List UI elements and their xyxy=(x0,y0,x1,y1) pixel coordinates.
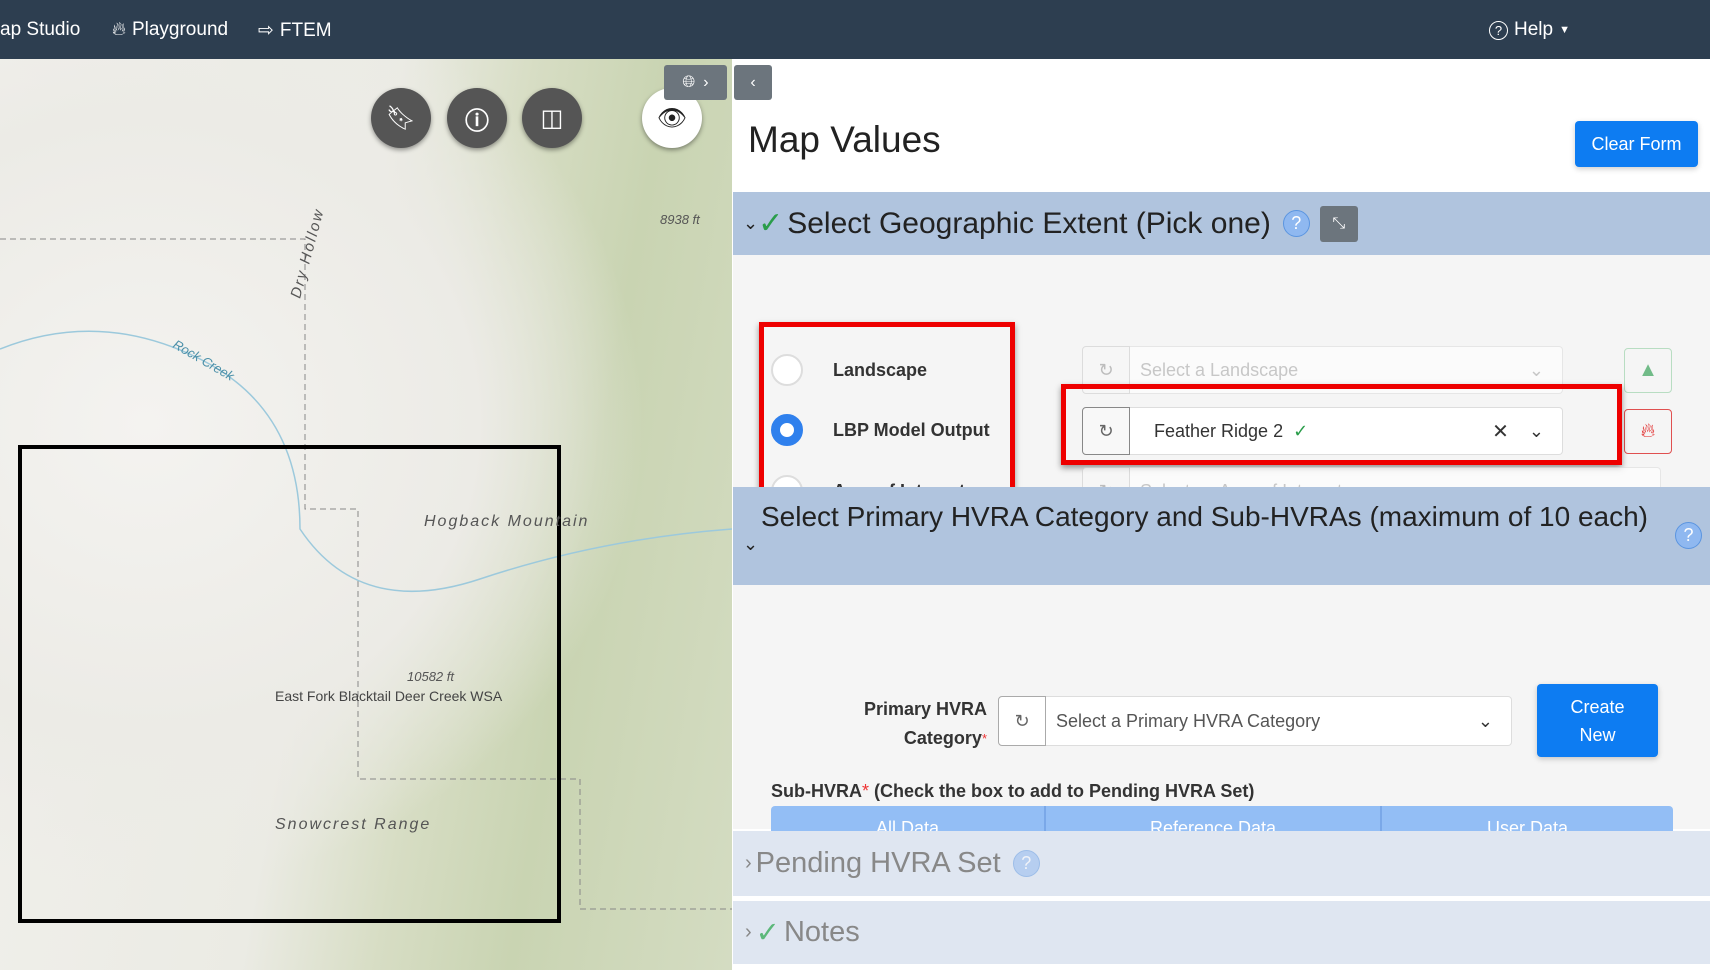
fire-button[interactable]: 🔥︎ xyxy=(1624,409,1672,454)
pending-hvra-header[interactable]: › Pending HVRA Set ? xyxy=(733,831,1710,896)
chevron-right-icon: › xyxy=(745,852,752,874)
section-title: Select Primary HVRA Category and Sub-HVR… xyxy=(761,501,1648,532)
top-navbar: ap Studio 🔥︎ Playground ⇨ FTEM ? Help ▼ xyxy=(0,0,1710,59)
hvra-body: Primary HVRA Category* ↻ Select a Primar… xyxy=(733,585,1710,851)
chevron-down-icon: ⌄ xyxy=(1528,359,1544,380)
basemap-toggle-button[interactable]: 🌐︎ › xyxy=(664,65,727,100)
sign-in-icon: ⇨ xyxy=(258,20,274,41)
label-hogback: Hogback Mountain xyxy=(424,513,589,530)
split-view-icon: ◫ xyxy=(540,104,564,132)
chevron-down-icon: ⌄ xyxy=(743,534,759,554)
help-icon[interactable]: ? xyxy=(1282,210,1310,237)
eye-icon: 👁︎ xyxy=(656,104,688,132)
chevron-left-icon: ‹ xyxy=(750,73,756,91)
globe-icon: 🌐︎ xyxy=(682,73,696,91)
check-icon: ✓ xyxy=(755,917,780,949)
nav-help[interactable]: ? Help ▼ xyxy=(1489,19,1570,41)
select-placeholder: Select a Landscape xyxy=(1140,359,1299,380)
fire-icon: 🔥︎ xyxy=(112,19,126,40)
clear-form-button[interactable]: Clear Form xyxy=(1575,121,1698,167)
refresh-icon[interactable]: ↻ xyxy=(998,696,1046,746)
label-peak-8938: 8938 ft xyxy=(660,212,701,227)
notes-header[interactable]: › ✓ Notes xyxy=(733,901,1710,964)
map-features: Dry Hollow Rock Creek 8938 ft Hogback Mo… xyxy=(0,206,732,923)
nav-label: FTEM xyxy=(279,19,332,41)
sub-hvra-label: Sub-HVRA* (Check the box to add to Pendi… xyxy=(771,781,1254,802)
nav-label: Help xyxy=(1514,19,1554,40)
nav-label: ap Studio xyxy=(0,19,81,40)
required-marker: * xyxy=(981,731,987,746)
label-note: (Check the box to add to Pending HVRA Se… xyxy=(869,781,1255,801)
label-line: Category xyxy=(903,728,982,748)
bookmark-icon: 🔖︎ xyxy=(385,104,417,132)
required-marker: * xyxy=(862,781,870,801)
label-wsa: East Fork Blacktail Deer Creek WSA xyxy=(275,688,503,704)
chevron-down-icon: ⌄ xyxy=(1477,710,1493,731)
check-icon: ✓ xyxy=(758,207,784,240)
chevron-right-icon: › xyxy=(745,921,752,943)
caret-down-icon: ▼ xyxy=(1559,24,1570,36)
primary-hvra-label: Primary HVRA Category* xyxy=(793,695,987,753)
map-values-panel: ‹ Map Values Clear Form ⌄ ✓ Select Geogr… xyxy=(733,59,1710,970)
primary-hvra-select[interactable]: ↻ Select a Primary HVRA Category ⌄ xyxy=(998,696,1512,746)
swipe-compare-button[interactable]: ◫ xyxy=(522,88,582,148)
label-text: Sub-HVRA xyxy=(771,781,862,801)
highlight-box xyxy=(1061,384,1622,465)
label-snowcrest: Snowcrest Range xyxy=(275,816,431,833)
collapse-panel-button[interactable]: ‹ xyxy=(734,65,772,100)
tree-icon: ▲ xyxy=(1638,359,1658,381)
tree-button[interactable]: ▲ xyxy=(1624,348,1672,393)
geo-extent-header[interactable]: ⌄ ✓ Select Geographic Extent (Pick one) … xyxy=(733,192,1710,255)
nav-map-studio[interactable]: ap Studio xyxy=(0,19,80,41)
label-dry-hollow: Dry Hollow xyxy=(287,206,327,300)
help-icon[interactable]: ? xyxy=(1012,850,1040,877)
chevron-down-icon: ⌄ xyxy=(743,213,759,233)
info-button[interactable]: ⓘ xyxy=(447,88,507,148)
label-rock-creek: Rock Creek xyxy=(171,337,239,385)
nav-playground[interactable]: 🔥︎ Playground xyxy=(112,19,228,41)
select-placeholder: Select a Primary HVRA Category xyxy=(1056,710,1321,731)
river-line xyxy=(0,330,732,592)
label-peak-10582: 10582 ft xyxy=(407,669,455,684)
bookmark-button[interactable]: 🔖︎ xyxy=(371,88,431,148)
fire-icon: 🔥︎ xyxy=(1640,420,1656,442)
map-view[interactable]: Dry Hollow Rock Creek 8938 ft Hogback Mo… xyxy=(0,59,732,970)
chevron-right-icon: › xyxy=(703,73,709,91)
boundary-line xyxy=(0,238,732,910)
page-title: Map Values xyxy=(748,119,941,160)
section-title: Pending HVRA Set xyxy=(755,847,1001,879)
collapse-icon[interactable]: ⤡ xyxy=(1319,205,1358,242)
section-title: Notes xyxy=(783,916,860,948)
hvra-header[interactable]: ⌄ Select Primary HVRA Category and Sub-H… xyxy=(733,487,1710,585)
nav-label: Playground xyxy=(131,19,229,40)
create-new-button[interactable]: Create New xyxy=(1537,684,1658,757)
section-title: Select Geographic Extent (Pick one) xyxy=(787,206,1271,240)
info-icon: ⓘ xyxy=(465,107,489,135)
help-icon[interactable]: ? xyxy=(1675,522,1702,549)
question-circle-icon: ? xyxy=(1489,20,1508,40)
label-line: Primary HVRA xyxy=(863,699,987,719)
nav-ftem[interactable]: ⇨ FTEM xyxy=(258,19,332,42)
